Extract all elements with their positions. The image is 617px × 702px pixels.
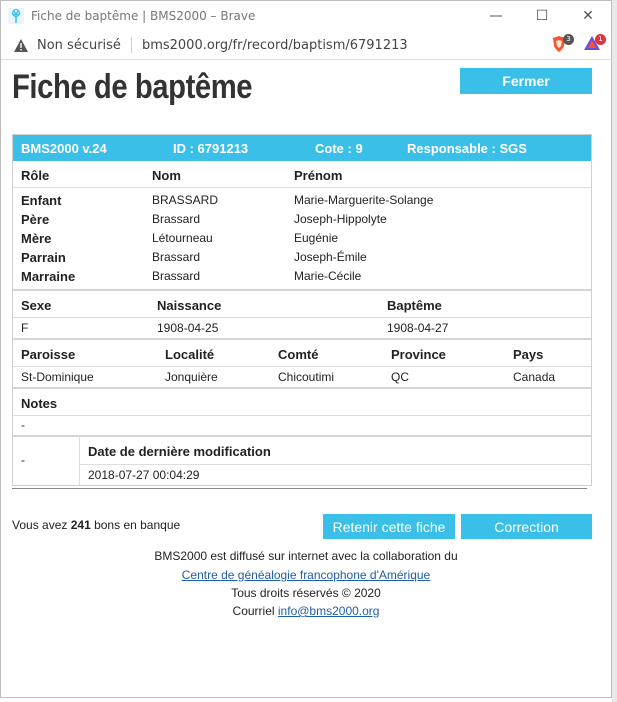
col-province: Province: [391, 347, 446, 362]
brave-rewards-icon[interactable]: 1: [583, 34, 606, 55]
retenir-button[interactable]: Retenir cette fiche: [323, 514, 455, 539]
col-prenom: Prénom: [294, 168, 343, 183]
rewards-badge: 1: [595, 34, 606, 45]
bank-suffix: bons en banque: [90, 518, 181, 532]
person-role: Marraine: [21, 269, 76, 284]
bank-balance: Vous avez 241 bons en banque: [12, 518, 180, 532]
vital-header: Sexe Naissance Baptême: [13, 291, 591, 318]
modification-date: 2018-07-27 00:04:29: [88, 468, 200, 482]
modification-block: - Date de dernière modification 2018-07-…: [13, 437, 591, 485]
col-localite: Localité: [165, 347, 215, 362]
person-prenom: Marie-Marguerite-Solange: [294, 193, 434, 207]
vital-values: F 1908-04-25 1908-04-27: [13, 318, 591, 338]
page-title: Fiche de baptême: [12, 68, 253, 106]
notes-value-row: -: [13, 416, 591, 435]
url-text[interactable]: bms2000.org/fr/record/baptism/6791213: [142, 38, 408, 53]
person-role: Parrain: [21, 250, 66, 265]
col-bapteme: Baptême: [387, 298, 442, 313]
sexe-value: F: [21, 321, 29, 335]
naissance-value: 1908-04-25: [157, 321, 219, 335]
footer-link-line: Centre de généalogie francophone d'Améri…: [1, 568, 611, 582]
person-prenom: Eugénie: [294, 231, 339, 245]
bms2000-tree-icon: [7, 7, 25, 25]
col-sexe: Sexe: [21, 298, 52, 313]
maximize-icon: ☐: [535, 8, 549, 24]
background-strip: [612, 0, 617, 702]
address-bar[interactable]: Non sécurisé bms2000.org/fr/record/bapti…: [1, 31, 611, 60]
person-nom: Brassard: [152, 269, 201, 283]
paroisse-value: St-Dominique: [21, 370, 94, 384]
email-link[interactable]: info@bms2000.org: [278, 604, 380, 618]
person-nom: Brassard: [152, 212, 201, 226]
cgfa-link[interactable]: Centre de généalogie francophone d'Améri…: [182, 568, 430, 582]
browser-window: Fiche de baptême | BMS2000 – Brave — ☐ ✕…: [0, 0, 612, 698]
notes-label: Notes: [21, 396, 58, 411]
person-row: Enfant BRASSARD Marie-Marguerite-Solange: [13, 191, 591, 210]
modification-label: Date de dernière modification: [88, 444, 271, 459]
person-row: Marraine Brassard Marie-Cécile: [13, 267, 591, 286]
close-button[interactable]: Fermer: [460, 68, 592, 94]
persons-header: Rôle Nom Prénom: [13, 161, 591, 188]
person-nom: BRASSARD: [152, 193, 219, 207]
record-cote: Cote : 9: [315, 141, 363, 156]
bank-count: 241: [70, 518, 91, 532]
col-comte: Comté: [278, 347, 319, 362]
col-pays: Pays: [513, 347, 544, 362]
divider: [12, 488, 587, 489]
notes-header: Notes: [13, 389, 591, 416]
localite-value: Jonquière: [165, 370, 218, 384]
place-values: St-Dominique Jonquière Chicoutimi QC Can…: [13, 367, 591, 387]
bapteme-value: 1908-04-27: [387, 321, 449, 335]
col-nom: Nom: [152, 168, 181, 183]
close-window-button[interactable]: ✕: [565, 1, 611, 31]
col-naissance: Naissance: [157, 298, 222, 313]
col-role: Rôle: [21, 168, 50, 183]
extension-icons: 3 1: [551, 34, 606, 55]
bank-prefix: Vous avez: [12, 518, 71, 532]
footer-credit: BMS2000 est diffusé sur internet avec la…: [154, 549, 458, 563]
province-value: QC: [391, 370, 409, 384]
correction-button[interactable]: Correction: [461, 514, 592, 539]
close-icon: ✕: [582, 8, 594, 24]
window-controls: — ☐ ✕: [473, 1, 611, 31]
record-card: BMS2000 v.24 ID : 6791213 Cote : 9 Respo…: [12, 134, 592, 486]
footer-email-line: Courriel info@bms2000.org: [1, 604, 611, 618]
maximize-button[interactable]: ☐: [519, 1, 565, 31]
minimize-button[interactable]: —: [473, 1, 519, 31]
warning-icon[interactable]: [13, 37, 29, 53]
address-divider: [130, 37, 132, 53]
record-version: BMS2000 v.24: [21, 141, 107, 156]
person-row: Père Brassard Joseph-Hippolyte: [13, 210, 591, 229]
person-role: Mère: [21, 231, 52, 246]
person-row: Mère Létourneau Eugénie: [13, 229, 591, 248]
col-paroisse: Paroisse: [21, 347, 76, 362]
person-prenom: Joseph-Émile: [294, 250, 367, 264]
record-header: BMS2000 v.24 ID : 6791213 Cote : 9 Respo…: [13, 135, 591, 161]
shields-badge: 3: [563, 34, 574, 45]
person-role: Père: [21, 212, 50, 227]
security-label[interactable]: Non sécurisé: [37, 38, 121, 53]
minimize-icon: —: [489, 8, 503, 24]
place-header: Paroisse Localité Comté Province Pays: [13, 340, 591, 367]
modification-value-row: 2018-07-27 00:04:29: [80, 465, 591, 485]
person-nom: Létourneau: [152, 231, 213, 245]
modification-left-value: -: [21, 453, 25, 467]
pays-value: Canada: [513, 370, 556, 384]
person-prenom: Joseph-Hippolyte: [294, 212, 387, 226]
person-prenom: Marie-Cécile: [294, 269, 362, 283]
footer-rights: Tous droits réservés © 2020: [231, 586, 381, 600]
person-row: Parrain Brassard Joseph-Émile: [13, 248, 591, 267]
notes-value: -: [21, 418, 25, 432]
title-bar: Fiche de baptême | BMS2000 – Brave — ☐ ✕: [1, 1, 611, 31]
brave-shields-icon[interactable]: 3: [551, 34, 574, 55]
email-prefix: Courriel: [232, 604, 278, 618]
record-responsable: Responsable : SGS: [407, 141, 527, 156]
window-title: Fiche de baptême | BMS2000 – Brave: [31, 9, 256, 23]
modification-left-cell: -: [13, 437, 80, 485]
person-role: Enfant: [21, 193, 62, 208]
person-nom: Brassard: [152, 250, 201, 264]
comte-value: Chicoutimi: [278, 370, 335, 384]
modification-header: Date de dernière modification: [80, 437, 591, 465]
record-id: ID : 6791213: [173, 141, 249, 156]
